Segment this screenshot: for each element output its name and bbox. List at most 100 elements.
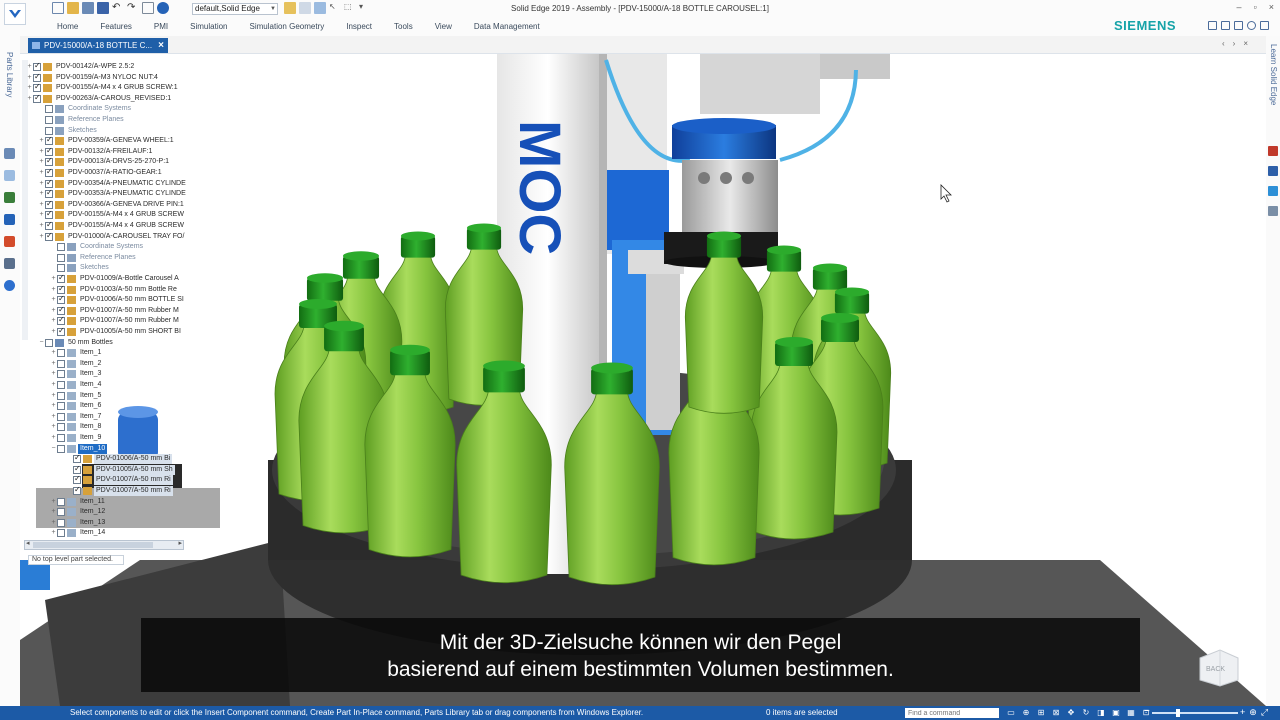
expand-toggle-icon[interactable]: + [50,391,57,401]
relationships-icon[interactable] [4,192,15,203]
tree-row[interactable]: + Item_13 [50,518,107,528]
expand-toggle-icon[interactable]: + [50,380,57,390]
visibility-checkbox[interactable] [45,188,53,199]
visibility-checkbox[interactable] [57,444,65,453]
expand-toggle-icon[interactable]: + [50,327,57,337]
visibility-checkbox[interactable] [33,82,41,93]
visibility-checkbox[interactable] [57,294,65,305]
list-icon[interactable] [1208,21,1217,30]
twitter-icon[interactable] [1268,186,1278,196]
scroll-right-icon[interactable]: ▸ [178,539,182,547]
expand-toggle-icon[interactable]: + [26,73,33,83]
zoom-extents-icon[interactable]: ⊠ [1051,708,1061,718]
tree-row[interactable]: + Item_6 [50,401,103,411]
tree-row[interactable]: + PDV-01006/A-50 mm BOTTLE SI [50,294,186,305]
list-alt-icon[interactable] [1221,21,1230,30]
tree-row[interactable]: + PDV-00353/A-PNEUMATIC CYLINDE [38,188,188,199]
tree-row[interactable]: + Item_2 [50,359,103,369]
zoom-slider[interactable] [1152,709,1238,717]
visibility-checkbox[interactable] [57,434,65,442]
tree-row[interactable]: + PDV-00155/A-M4 x 4 GRUB SCREW:1 [26,82,180,93]
expand-toggle-icon[interactable]: + [50,369,57,379]
visibility-checkbox[interactable] [57,391,65,400]
tree-row[interactable]: + PDV-00037/A-RATIO-GEAR:1 [38,167,164,178]
expand-toggle-icon[interactable]: + [50,497,57,507]
fit-icon[interactable]: ▭ [1006,708,1016,718]
tree-row[interactable]: + PDV-01000/A-CAROUSEL TRAY FO/ [38,231,186,242]
tree-row[interactable]: PDV-01007/A-50 mm Ri [66,485,173,496]
expand-toggle-icon[interactable]: + [50,412,57,422]
tree-row[interactable]: + Item_7 [50,412,103,422]
expand-toggle-icon[interactable]: + [50,359,57,369]
tab-home[interactable]: Home [57,22,78,31]
tree-row[interactable]: + PDV-00142/A-WPE 2.5:2 [26,61,136,72]
expand-toggle-icon[interactable]: − [50,444,57,454]
facebook-icon[interactable] [1268,166,1278,176]
visibility-checkbox[interactable] [73,474,81,485]
close-icon[interactable]: × [158,38,164,53]
visibility-checkbox[interactable] [57,508,65,517]
visibility-checkbox[interactable] [45,199,53,209]
options-icon[interactable] [1260,21,1269,30]
tree-row[interactable]: + Item_5 [50,391,103,401]
tree-row[interactable]: + PDV-01007/A-50 mm Rubber M [50,305,181,316]
visibility-checkbox[interactable] [73,453,81,464]
zoom-icon[interactable]: ⊞ [1036,708,1046,718]
tree-row[interactable]: + Item_1 [50,348,103,358]
tree-row[interactable]: − Item_10 [50,443,108,454]
fullscreen-icon[interactable]: ⤢ [1261,707,1268,718]
tree-row[interactable]: + Item_3 [50,369,103,379]
zoom-in-button[interactable]: + [1240,707,1245,718]
expand-toggle-icon[interactable]: + [50,274,57,284]
sensors-icon[interactable] [4,236,15,247]
parts-library-tab[interactable]: Parts Library [5,52,14,97]
tree-row[interactable]: Reference Planes [38,115,126,125]
expand-toggle-icon[interactable]: + [50,518,57,528]
expand-toggle-icon[interactable]: + [50,507,57,517]
display-icon[interactable] [4,258,15,269]
wireframe-icon[interactable]: ▦ [1126,708,1136,718]
tree-row[interactable]: + Item_9 [50,433,103,443]
assembly-3d-scene[interactable]: MOC [20,54,1266,706]
expand-toggle-icon[interactable]: + [50,528,57,538]
tree-row[interactable]: + PDV-00013/A-DRVS-25-270-P:1 [38,156,171,167]
visibility-checkbox[interactable] [73,485,81,495]
expand-toggle-icon[interactable]: + [50,401,57,411]
tree-row[interactable]: − 50 mm Bottles [38,338,115,348]
tree-row[interactable]: PDV-01007/A-50 mm Ri [66,474,173,486]
visibility-checkbox[interactable] [57,349,65,358]
expand-toggle-icon[interactable]: + [26,94,33,104]
zoom-slider-knob[interactable] [1176,709,1180,717]
visibility-checkbox[interactable] [57,529,65,538]
tree-row[interactable]: + PDV-01009/A-Bottle Carousel A [50,273,181,284]
zoom-out-button[interactable]: − [1144,706,1150,717]
visibility-checkbox[interactable] [45,209,53,220]
expand-toggle-icon[interactable]: + [38,168,45,178]
tree-row[interactable]: Sketches [50,263,111,273]
visibility-checkbox[interactable] [57,423,65,432]
expand-toggle-icon[interactable]: + [38,221,45,231]
visibility-checkbox[interactable] [57,359,65,368]
expand-toggle-icon[interactable]: − [38,338,45,348]
rotate-icon[interactable]: ↻ [1081,708,1091,718]
tree-row[interactable]: + PDV-00155/A-M4 x 4 GRUB SCREW [38,209,186,220]
tab-view[interactable]: View [435,22,452,31]
tree-row[interactable]: + PDV-00359/A-GENEVA WHEEL:1 [38,135,176,146]
zoom-area-icon[interactable]: ⊕ [1021,708,1031,718]
command-finder-input[interactable] [905,708,999,718]
tree-row[interactable]: + PDV-01005/A-50 mm SHORT BI [50,326,183,337]
resources-icon[interactable] [1268,206,1278,216]
tab-tools[interactable]: Tools [394,22,413,31]
pan-icon[interactable]: ✥ [1066,708,1076,718]
visibility-checkbox[interactable] [45,338,53,347]
expand-toggle-icon[interactable]: + [38,210,45,220]
tree-horizontal-scrollbar[interactable]: ◂ ▸ [24,540,184,550]
expand-toggle-icon[interactable]: + [38,200,45,210]
pathfinder-icon[interactable] [4,148,15,159]
tree-row[interactable]: + Item_4 [50,380,103,390]
tab-simulation[interactable]: Simulation [190,22,227,31]
tab-inspect[interactable]: Inspect [346,22,372,31]
tree-row[interactable]: + PDV-00366/A-GENEVA DRIVE PIN:1 [38,199,186,210]
visibility-checkbox[interactable] [33,72,41,82]
tree-row[interactable]: Reference Planes [50,253,138,263]
